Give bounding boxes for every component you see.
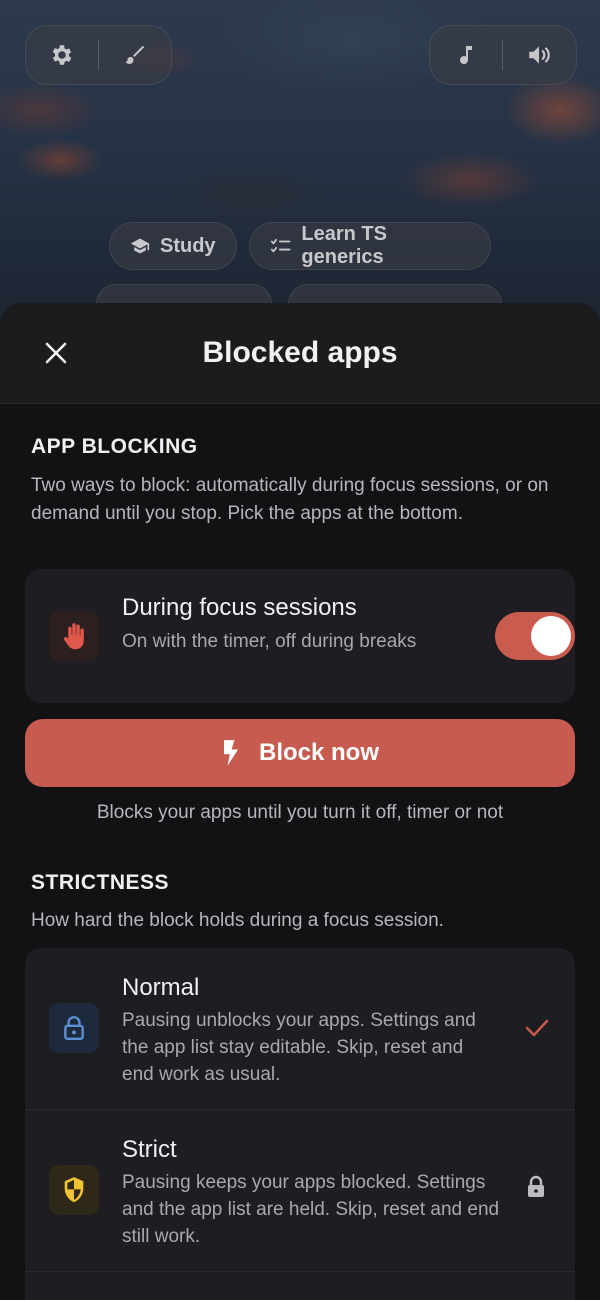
volume-button[interactable]	[503, 26, 575, 84]
gear-icon	[52, 45, 72, 65]
chip-task[interactable]: Learn TS generics	[249, 222, 491, 270]
sheet-title: Blocked apps	[202, 336, 398, 369]
option-description: Pausing keeps your apps blocked. Setting…	[122, 1172, 500, 1247]
strictness-heading: STRICTNESS	[31, 871, 170, 894]
option-title: Normal	[122, 974, 200, 1001]
block-now-note: Blocks your apps until you turn it off, …	[96, 802, 504, 823]
sheet-header: Blocked apps	[0, 303, 600, 404]
chip-study[interactable]: Study	[109, 222, 237, 270]
top-right-controls	[429, 25, 577, 85]
focus-sessions-card[interactable]: During focus sessions On with the timer,…	[25, 569, 575, 703]
chip-label: Learn TS generics	[301, 223, 387, 268]
music-button[interactable]	[430, 26, 502, 84]
top-left-controls	[25, 25, 172, 85]
padlock-open-icon	[64, 1016, 84, 1041]
lightning-icon	[223, 740, 238, 766]
toggle-knob	[531, 616, 571, 656]
option-title: Strict	[122, 1136, 177, 1163]
blocked-apps-sheet: Blocked apps APP BLOCKING Two ways to bl…	[0, 303, 600, 1300]
graduation-cap-icon	[130, 238, 150, 254]
volume-icon	[529, 46, 550, 64]
checklist-icon	[270, 238, 291, 253]
settings-button[interactable]	[26, 26, 98, 84]
focus-row-subtitle: On with the timer, off during breaks	[122, 631, 417, 652]
block-now-label: Block now	[258, 739, 379, 766]
strictness-option-strict[interactable]: Strict Pausing keeps your apps blocked. …	[25, 1110, 575, 1271]
checkmark-icon	[525, 1019, 549, 1037]
focus-row-title: During focus sessions	[122, 594, 357, 621]
strictness-option-normal[interactable]: Normal Pausing unblocks your apps. Setti…	[25, 948, 575, 1109]
block-now-button[interactable]: Block now	[25, 719, 575, 787]
hand-stop-icon	[63, 623, 84, 650]
chip-label: Study	[160, 234, 216, 257]
shield-icon	[64, 1177, 84, 1203]
strictness-options-card: Normal Pausing unblocks your apps. Setti…	[25, 948, 575, 1300]
normal-icon-tile	[49, 1003, 99, 1053]
music-note-icon	[460, 46, 472, 65]
strict-icon-tile	[49, 1165, 99, 1215]
option-description: Pausing unblocks your apps. Settings and…	[122, 1010, 476, 1085]
app-blocking-description: Two ways to block: automatically during …	[31, 475, 549, 524]
lock-icon	[528, 1175, 544, 1197]
focus-sessions-toggle[interactable]	[495, 612, 575, 660]
brush-icon	[125, 46, 144, 64]
app-blocking-heading: APP BLOCKING	[31, 435, 198, 458]
focus-icon-tile	[49, 611, 99, 661]
theme-button[interactable]	[99, 26, 171, 84]
divider	[25, 1271, 575, 1272]
strictness-description: How hard the block holds during a focus …	[31, 910, 444, 931]
